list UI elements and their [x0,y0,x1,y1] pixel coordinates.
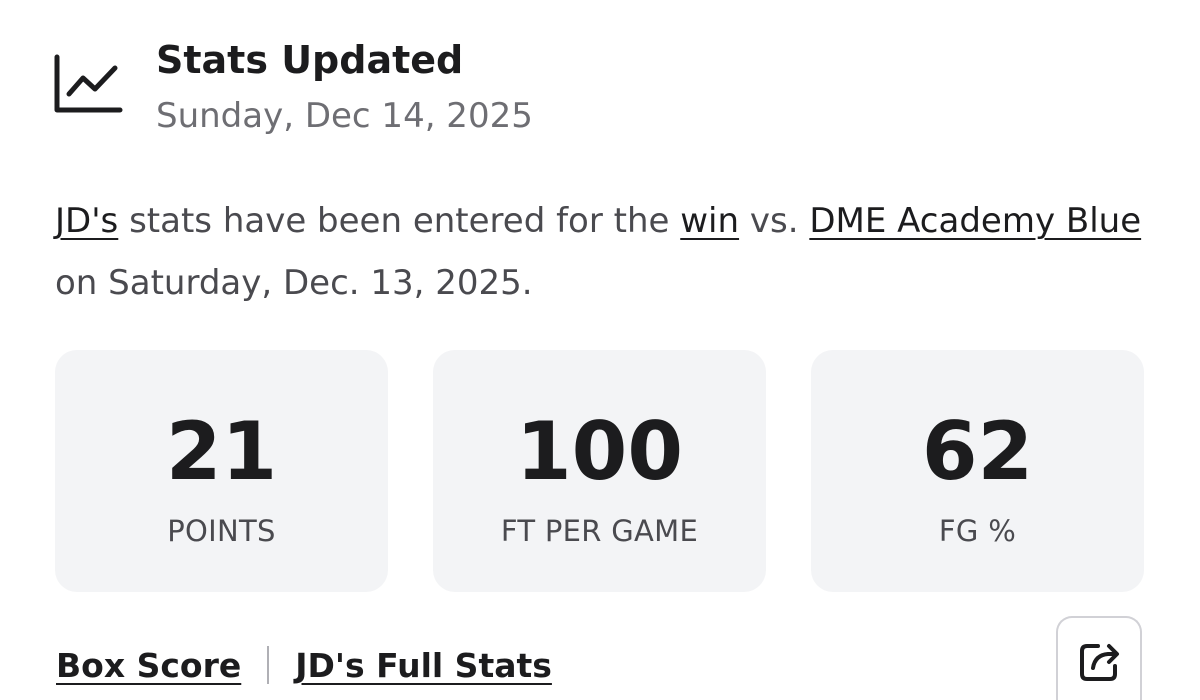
message-text-2: vs. [739,201,810,241]
footer-links: Box Score JD's Full Stats [56,640,552,690]
stat-card-ft-per-game: 100 FT PER GAME [433,350,766,592]
opponent-link[interactable]: DME Academy Blue [809,201,1141,241]
notification-header: Stats Updated Sunday, Dec 14, 2025 [52,36,752,146]
stat-label: FG % [938,514,1017,548]
player-link[interactable]: JD's [55,201,118,241]
full-stats-link[interactable]: JD's Full Stats [295,646,552,685]
page-title: Stats Updated [156,38,464,82]
update-date: Sunday, Dec 14, 2025 [156,96,533,136]
stats-message: JD's stats have been entered for the win… [55,190,1145,314]
message-text-1: stats have been entered for the [118,201,681,241]
stat-card-points: 21 POINTS [55,350,388,592]
box-score-link[interactable]: Box Score [56,646,241,685]
game-result-link[interactable]: win [680,201,739,241]
share-icon [1080,644,1119,681]
stat-value: 100 [516,405,683,498]
share-button[interactable] [1056,616,1142,700]
line-chart-icon [54,54,123,113]
stats-row: 21 POINTS 100 FT PER GAME 62 FG % [55,350,1145,592]
stat-value: 62 [921,405,1034,498]
stat-value: 21 [165,405,278,498]
stat-label: POINTS [167,514,276,548]
stat-card-fg-percent: 62 FG % [811,350,1144,592]
footer-divider [267,646,270,684]
stat-label: FT PER GAME [500,514,699,548]
message-text-3: on Saturday, Dec. 13, 2025. [55,263,533,303]
